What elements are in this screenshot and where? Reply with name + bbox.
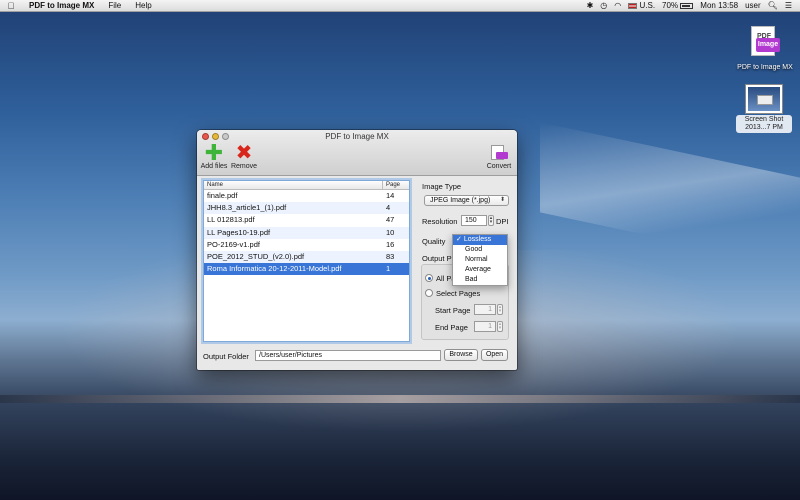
- end-page-label: End Page: [435, 323, 468, 332]
- quality-option-normal[interactable]: Normal: [453, 255, 507, 265]
- screenshot-thumbnail-icon: [746, 85, 782, 113]
- page-count-cell: 14: [386, 191, 395, 200]
- spotlight-search-icon[interactable]: 🔍︎: [768, 1, 778, 10]
- table-row[interactable]: finale.pdf 14: [204, 190, 409, 202]
- desktop-screenshot-file[interactable]: Screen Shot 2013...7 PM: [736, 85, 792, 133]
- desktop-app-icon[interactable]: PDF Image PDF to Image MX: [735, 26, 795, 72]
- input-source-menu[interactable]: U.S.: [628, 1, 655, 10]
- file-menu[interactable]: File: [101, 1, 128, 10]
- page-count-cell: 47: [386, 215, 395, 225]
- select-pages-radio[interactable]: [425, 289, 433, 297]
- clock[interactable]: Mon 13:58: [700, 1, 738, 10]
- table-row[interactable]: JHH8.3_article1_(1).pdf 4: [204, 202, 409, 215]
- apple-menu-icon[interactable]: : [0, 1, 22, 11]
- page-count-cell: 4: [386, 203, 391, 213]
- image-type-value: JPEG Image (*.jpg): [430, 197, 491, 204]
- file-name-cell: JHH8.3_article1_(1).pdf: [207, 203, 287, 213]
- quality-option-bad[interactable]: Bad: [453, 275, 507, 285]
- screenshot-label-line1: Screen Shot: [744, 116, 784, 123]
- menu-bar:  PDF to Image MX File Help ✱ ◷ ◠ U.S. 7…: [0, 0, 800, 12]
- battery-percent: 70%: [662, 1, 679, 10]
- wallpaper-cloud: [540, 122, 800, 268]
- pdf-to-image-app-icon: PDF Image: [748, 26, 782, 62]
- quality-dropdown-menu[interactable]: ✓ Lossless Good Normal Average Bad: [452, 234, 508, 286]
- remove-label: Remove: [230, 163, 258, 170]
- remove-button[interactable]: ✖ Remove: [227, 142, 261, 170]
- page-count-cell: 83: [386, 251, 395, 261]
- plus-icon: ✚: [204, 140, 224, 165]
- quality-label: Quality: [422, 237, 446, 246]
- flag-icon: [628, 2, 638, 9]
- table-row[interactable]: LL 012813.pdf 47: [204, 214, 409, 226]
- wifi-icon[interactable]: ◠: [614, 1, 621, 10]
- end-page-stepper[interactable]: ▴ ▾: [497, 321, 503, 332]
- input-source-label: U.S.: [639, 1, 656, 10]
- start-page-field[interactable]: 1: [474, 304, 496, 315]
- checkmark-icon: ✓: [456, 236, 462, 243]
- notification-center-icon[interactable]: ☰: [785, 1, 792, 10]
- image-type-popup[interactable]: JPEG Image (*.jpg) ⬍: [424, 195, 509, 206]
- page-count-cell: 10: [386, 227, 395, 237]
- file-name-cell: POE_2012_STUD_(v2.0).pdf: [207, 251, 305, 261]
- output-folder-label: Output Folder: [203, 352, 249, 361]
- output-pages-label: Output P: [422, 254, 452, 263]
- file-name-cell: PO-2169-v1.pdf: [207, 239, 260, 249]
- screenshot-file-label: Screen Shot 2013...7 PM: [736, 115, 792, 133]
- desktop-app-label: PDF to Image MX: [737, 64, 793, 71]
- file-name-cell: LL 012813.pdf: [207, 215, 255, 225]
- table-row[interactable]: POE_2012_STUD_(v2.0).pdf 83: [204, 250, 409, 264]
- end-page-field[interactable]: 1: [474, 321, 496, 332]
- dpi-unit-label: DPI: [496, 217, 509, 226]
- popup-arrows-icon: ⬍: [499, 197, 505, 203]
- column-header-page[interactable]: Page: [383, 181, 409, 189]
- screenshot-label-line2: 2013...7 PM: [745, 124, 783, 131]
- output-folder-field[interactable]: /Users/user/Pictures: [255, 350, 441, 361]
- app-menu[interactable]: PDF to Image MX: [22, 1, 101, 10]
- resolution-stepper[interactable]: ▴ ▾: [488, 215, 494, 226]
- battery-icon: [680, 2, 694, 9]
- page-count-cell: 16: [386, 239, 395, 249]
- time-machine-icon[interactable]: ◷: [600, 1, 607, 10]
- start-page-label: Start Page: [435, 306, 471, 315]
- add-files-label: Add files: [200, 163, 228, 170]
- help-menu[interactable]: Help: [128, 1, 158, 10]
- column-header-name[interactable]: Name: [204, 181, 383, 189]
- all-pages-radio[interactable]: [425, 274, 433, 282]
- open-button[interactable]: Open: [481, 349, 508, 361]
- bluetooth-icon[interactable]: ✱: [587, 1, 594, 10]
- quality-option-label: Lossless: [463, 236, 492, 243]
- convert-button[interactable]: Convert: [482, 144, 516, 170]
- resolution-field[interactable]: 150: [461, 215, 487, 226]
- file-list-table[interactable]: Name Page finale.pdf 14 JHH8.3_article1_(…: [203, 180, 410, 342]
- x-icon: ✖: [235, 142, 253, 164]
- wallpaper-horizon: [0, 395, 800, 403]
- table-body: finale.pdf 14 JHH8.3_article1_(1).pdf 4 LL…: [204, 190, 409, 276]
- window-title: PDF to Image MX: [325, 132, 389, 141]
- select-pages-label: Select Pages: [436, 289, 481, 298]
- start-page-stepper[interactable]: ▴ ▾: [497, 304, 503, 315]
- resolution-label: Resolution: [422, 217, 458, 226]
- status-area: ✱ ◷ ◠ U.S. 70% Mon 13:58 user 🔍︎ ☰: [587, 1, 800, 10]
- convert-icon: [489, 144, 509, 162]
- table-row[interactable]: PO-2169-v1.pdf 16: [204, 239, 409, 251]
- image-type-label: Image Type: [422, 182, 462, 191]
- add-files-button[interactable]: ✚ Add files: [197, 140, 231, 171]
- page-count-cell: 1: [386, 264, 391, 274]
- browse-button[interactable]: Browse: [444, 349, 478, 361]
- image-badge: Image: [756, 38, 780, 52]
- battery-menu[interactable]: 70%: [662, 1, 694, 10]
- quality-option-average[interactable]: Average: [453, 265, 507, 275]
- title-bar[interactable]: PDF to Image MX ✚ Add files ✖ Remove Con…: [197, 130, 517, 176]
- quality-option-good[interactable]: Good: [453, 245, 507, 255]
- file-name-cell: finale.pdf: [207, 191, 238, 200]
- table-row[interactable]: LL Pages10-19.pdf 10: [204, 226, 409, 239]
- app-window: PDF to Image MX ✚ Add files ✖ Remove Con…: [197, 130, 517, 370]
- convert-label: Convert: [486, 163, 512, 170]
- quality-option-lossless[interactable]: ✓ Lossless: [453, 235, 507, 245]
- user-menu[interactable]: user: [745, 1, 761, 10]
- file-name-cell: LL Pages10-19.pdf: [207, 227, 271, 237]
- table-header: Name Page: [204, 181, 409, 190]
- file-name-cell: Roma Informatica 20-12-2011-Model.pdf: [207, 264, 342, 274]
- table-row-selected[interactable]: Roma Informatica 20-12-2011-Model.pdf 1: [204, 263, 409, 276]
